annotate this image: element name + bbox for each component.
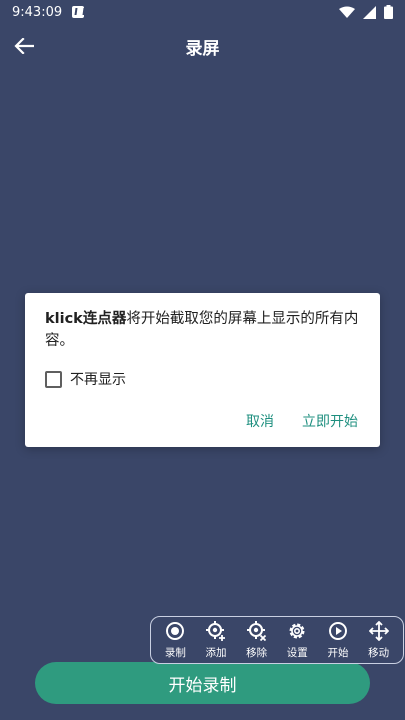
signal-icon	[363, 5, 376, 19]
app-bar: 录屏	[0, 28, 405, 64]
toolbar-remove[interactable]: 移除	[238, 620, 276, 660]
toolbar-move-label: 移动	[368, 646, 390, 659]
toolbar-start-label: 开始	[327, 646, 349, 659]
move-icon	[368, 620, 389, 641]
remove-target-icon	[246, 620, 266, 641]
page-title: 录屏	[185, 39, 220, 59]
cancel-button[interactable]: 取消	[246, 411, 274, 431]
toolbar-record[interactable]: 录制	[156, 621, 194, 660]
play-icon	[328, 621, 347, 640]
toolbar-settings-label: 设置	[286, 646, 308, 659]
toolbar-remove-label: 移除	[246, 646, 268, 659]
wifi-icon	[339, 6, 355, 18]
floating-toolbar: 录制 添加 移除 设置 开始 移动	[150, 616, 404, 664]
toolbar-add-label: 添加	[205, 646, 227, 659]
gear-icon	[289, 623, 305, 638]
dont-show-again-row[interactable]: 不再显示	[45, 369, 126, 389]
dialog-actions: 取消 立即开始	[246, 411, 358, 431]
dialog-app-name: klick连点器	[45, 311, 127, 327]
screen-capture-dialog: klick连点器将开始截取您的屏幕上显示的所有内容。 不再显示 取消 立即开始	[25, 293, 380, 447]
notification-icon	[72, 6, 85, 18]
start-recording-button[interactable]: 开始录制	[35, 662, 370, 704]
record-icon	[166, 621, 185, 640]
add-target-icon	[205, 620, 225, 641]
dont-show-again-label: 不再显示	[70, 372, 126, 388]
dialog-message: klick连点器将开始截取您的屏幕上显示的所有内容。	[45, 308, 363, 352]
battery-icon	[384, 5, 393, 19]
toolbar-start[interactable]: 开始	[319, 621, 357, 660]
dont-show-again-checkbox[interactable]	[45, 370, 62, 388]
status-time: 9:43:09	[12, 4, 63, 20]
start-now-button[interactable]: 立即开始	[302, 411, 358, 431]
toolbar-settings[interactable]: 设置	[278, 621, 316, 660]
toolbar-move[interactable]: 移动	[360, 620, 398, 660]
status-bar: 9:43:09	[0, 0, 405, 24]
toolbar-record-label: 录制	[164, 646, 186, 659]
toolbar-add[interactable]: 添加	[197, 620, 235, 660]
